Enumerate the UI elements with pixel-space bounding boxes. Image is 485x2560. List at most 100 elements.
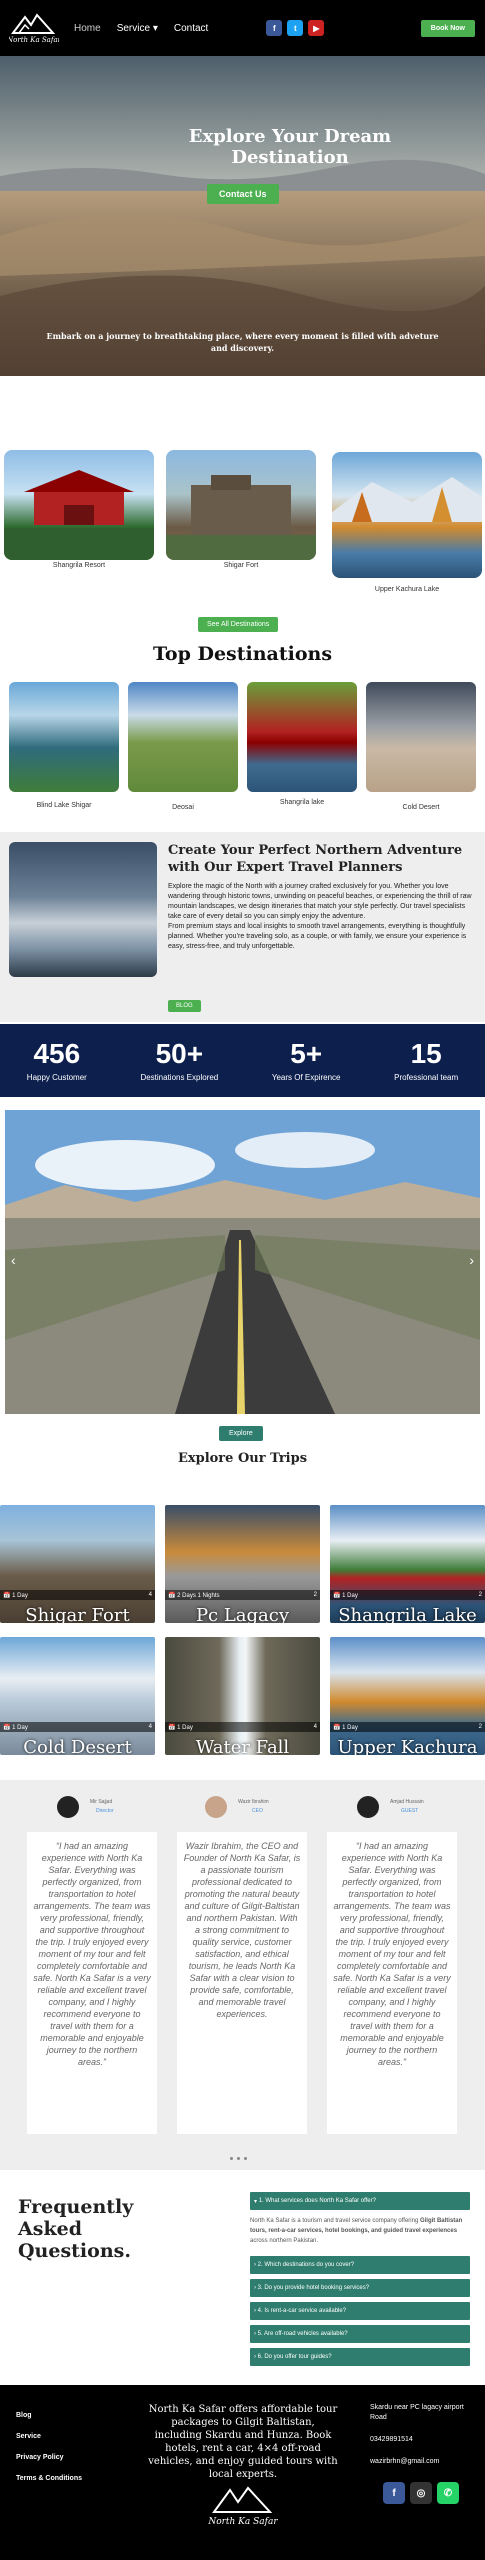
hero-title: Explore Your Dream Destination — [188, 126, 392, 168]
testimonial-name: Mir Sajjad — [90, 1799, 113, 1805]
destination-card-deosai[interactable] — [128, 682, 238, 792]
avatar — [205, 1796, 227, 1818]
footer-link-blog[interactable]: Blog — [16, 2405, 82, 2426]
hero-desert-image — [0, 56, 485, 376]
blog-button[interactable]: BLOG — [168, 1000, 201, 1012]
stat-item: 50+ Destinations Explored — [140, 1038, 219, 1083]
trip-card-shangrila-lake[interactable]: 📅 1 Day 2 Shangrila Lake — [330, 1505, 485, 1623]
destination-caption: Blind Lake Shigar — [36, 802, 92, 809]
nav-home[interactable]: Home — [74, 23, 101, 34]
trip-title: Pc Lagacy — [195, 1605, 290, 1623]
calendar-icon: 📅 1 Day — [168, 1724, 193, 1731]
faq-item[interactable]: ▾ 1. What services does North Ka Safar o… — [250, 2192, 470, 2210]
calendar-icon: 📅 1 Day — [3, 1724, 28, 1731]
trip-card-pc-lagacy[interactable]: 📅 2 Days 1 Nights 2 Pc Lagacy — [165, 1505, 320, 1623]
destination-card-shangrila-lake[interactable] — [247, 682, 357, 792]
avatar — [57, 1796, 79, 1818]
site-footer: Blog Service Privacy Policy Terms & Cond… — [0, 2385, 485, 2560]
trip-title: Shangrila Lake — [338, 1605, 477, 1623]
instagram-icon[interactable]: ◎ — [410, 2482, 432, 2504]
testimonial-name: Amjad Hussain — [390, 1799, 424, 1805]
testimonial-role: CEO — [252, 1808, 263, 1814]
twitter-icon[interactable]: t — [287, 20, 304, 36]
site-logo[interactable]: North Ka Safar — [8, 8, 60, 48]
footer-email[interactable]: wazirbrhn@gmail.com — [370, 2457, 475, 2467]
trip-card-upper-kachura[interactable]: 📅 1 Day 2 Upper Kachura — [330, 1637, 485, 1755]
stat-item: 5+ Years Of Expirence — [271, 1038, 341, 1083]
calendar-icon: 📅 1 Day — [333, 1592, 358, 1599]
trip-title: Shigar Fort — [25, 1605, 130, 1623]
top-destinations-title: Top Destinations — [152, 643, 333, 665]
about-text: Explore the magic of the North with a jo… — [168, 883, 472, 950]
facebook-icon[interactable]: f — [383, 2482, 405, 2504]
testimonial-text: “I had an amazing experience with North … — [327, 1832, 457, 2134]
testimonial-name: Wazir Ibrahim — [238, 1799, 269, 1805]
testimonial-text: Wazir Ibrahim, the CEO and Founder of No… — [177, 1832, 307, 2134]
footer-link-terms[interactable]: Terms & Conditions — [16, 2468, 82, 2489]
calendar-icon: 📅 1 Day — [3, 1592, 28, 1599]
destination-caption: Cold Desert — [402, 804, 440, 811]
footer-socials: f ◎ ✆ — [383, 2482, 459, 2504]
mountain-lake-image — [9, 842, 157, 977]
faq-item[interactable]: › 3. Do you provide hotel booking servic… — [250, 2279, 470, 2297]
faq-item[interactable]: › 2. Which destinations do you cover? — [250, 2256, 470, 2274]
destination-card-blind-lake[interactable] — [9, 682, 119, 792]
trips-title: Explore Our Trips — [177, 1451, 308, 1466]
trip-title: Upper Kachura — [337, 1737, 478, 1755]
testimonials-section: Mir Sajjad Director “I had an amazing ex… — [0, 1780, 485, 2170]
nav-service[interactable]: Service ▾ — [117, 23, 158, 34]
featured-card-shigar-fort[interactable] — [166, 450, 316, 560]
featured-caption: Upper Kachura Lake — [374, 586, 440, 593]
svg-text:North Ka Safar: North Ka Safar — [9, 36, 59, 44]
about-title: Create Your Perfect Northern Adventure w… — [168, 843, 463, 875]
trip-card-water-fall[interactable]: 📅 1 Day 4 Water Fall — [165, 1637, 320, 1755]
avatar — [357, 1796, 379, 1818]
footer-link-privacy[interactable]: Privacy Policy — [16, 2447, 82, 2468]
calendar-icon: 📅 1 Day — [333, 1724, 358, 1731]
footer-logo[interactable]: North Ka Safar — [207, 2480, 278, 2535]
stat-item: 15 Professional team — [394, 1038, 459, 1083]
faq-item[interactable]: › 6. Do you offer tour guides? — [250, 2348, 470, 2366]
nav-contact[interactable]: Contact — [174, 23, 208, 34]
hero-section: Explore Your Dream Destination Contact U… — [0, 56, 485, 376]
stats-bar: 456 Happy Customer 50+ Destinations Explor… — [0, 1024, 485, 1097]
featured-caption: Shigar Fort — [223, 562, 259, 569]
svg-text:North Ka Safar: North Ka Safar — [208, 2517, 278, 2527]
site-header: North Ka Safar Home Service ▾ Contact f … — [0, 0, 485, 56]
image-slider[interactable]: ‹ › — [5, 1110, 480, 1414]
footer-links: Blog Service Privacy Policy Terms & Cond… — [16, 2405, 82, 2489]
featured-card-upper-kachura-lake[interactable] — [332, 452, 482, 578]
calendar-icon: 📅 2 Days 1 Nights — [168, 1592, 220, 1599]
footer-contact: Skardu near PC lagacy airport Road 03429… — [370, 2403, 475, 2467]
whatsapp-icon[interactable]: ✆ — [437, 2482, 459, 2504]
trip-card-cold-desert[interactable]: 📅 1 Day 4 Cold Desert — [0, 1637, 155, 1755]
book-now-button[interactable]: Book Now — [420, 19, 475, 37]
stat-item: 456 Happy Customer — [26, 1038, 87, 1083]
footer-link-service[interactable]: Service — [16, 2426, 82, 2447]
footer-about: North Ka Safar offers affordable tour pa… — [148, 2404, 338, 2480]
trip-title: Water Fall — [195, 1737, 290, 1755]
facebook-icon[interactable]: f — [266, 20, 283, 36]
trip-title: Cold Desert — [23, 1737, 132, 1755]
explore-button[interactable]: Explore — [219, 1426, 263, 1441]
see-all-destinations-button[interactable]: See All Destinations — [198, 617, 279, 632]
carousel-dots[interactable] — [230, 2157, 247, 2160]
slider-prev-button[interactable]: ‹ — [11, 1252, 16, 1268]
slider-next-button[interactable]: › — [469, 1252, 474, 1268]
testimonial-role: Director — [96, 1808, 114, 1814]
destination-caption: Shangrila lake — [279, 799, 325, 806]
footer-phone[interactable]: 03429891514 — [370, 2435, 475, 2445]
faq-answer: North Ka Safar is a tourism and travel s… — [250, 2218, 463, 2244]
testimonial-role: GUEST — [401, 1808, 419, 1814]
about-section: Create Your Perfect Northern Adventure w… — [0, 832, 485, 1022]
faq-item[interactable]: › 4. Is rent-a-car service available? — [250, 2302, 470, 2320]
destination-card-cold-desert[interactable] — [366, 682, 476, 792]
faq-title: Frequently Asked Questions. — [18, 2196, 134, 2262]
destination-caption: Deosai — [172, 804, 194, 811]
featured-card-shangrila-resort[interactable] — [4, 450, 154, 560]
trip-card-shigar-fort[interactable]: 📅 1 Day 4 Shigar Fort — [0, 1505, 155, 1623]
faq-item[interactable]: › 5. Are off-road vehicles available? — [250, 2325, 470, 2343]
hero-subtitle: Embark on a journey to breathtaking plac… — [46, 331, 439, 353]
youtube-icon[interactable]: ▶ — [308, 20, 325, 36]
contact-us-button[interactable]: Contact Us — [207, 184, 279, 204]
